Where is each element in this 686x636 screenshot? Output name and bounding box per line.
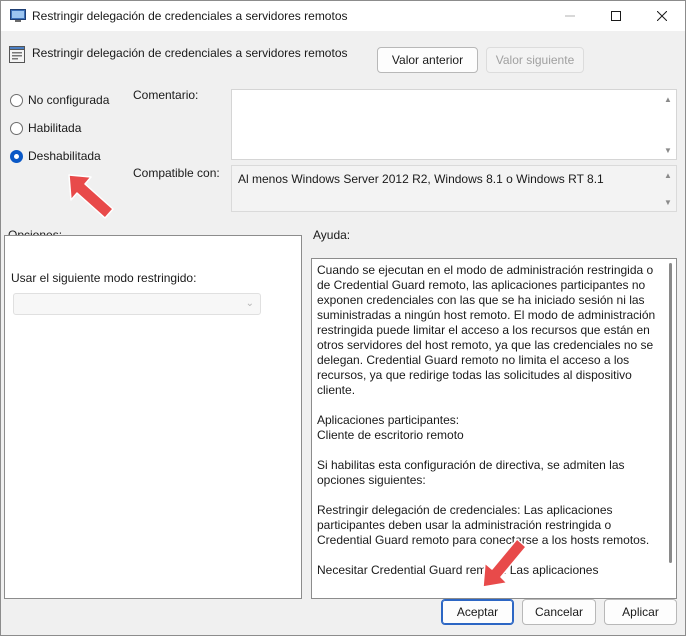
ok-button[interactable]: Aceptar: [441, 599, 514, 625]
annotation-arrow-icon: [68, 174, 114, 219]
help-paragraph: Aplicaciones participantes: Cliente de e…: [317, 413, 464, 442]
radio-disabled-circle[interactable]: [10, 149, 23, 163]
minimize-icon: [565, 15, 575, 17]
scroll-up-arrow-icon[interactable]: ▲: [660, 92, 676, 106]
scroll-up-arrow-icon[interactable]: ▲: [660, 168, 676, 182]
radio-enabled[interactable]: Habilitada: [10, 121, 81, 135]
radio-not-configured-label: No configurada: [28, 93, 110, 107]
comment-label: Comentario:: [133, 88, 199, 102]
compatible-scrollbar[interactable]: ▲ ▼: [660, 166, 676, 211]
restricted-mode-label: Usar el siguiente modo restringido:: [11, 271, 197, 285]
cancel-button[interactable]: Cancelar: [522, 599, 596, 625]
chevron-down-icon: ⌄: [245, 298, 254, 309]
compatible-label: Compatible con:: [133, 166, 220, 180]
title-bar: Restringir delegación de credenciales a …: [1, 1, 685, 31]
minimize-button[interactable]: [547, 1, 593, 31]
restricted-mode-dropdown[interactable]: ⌄: [13, 293, 261, 315]
radio-enabled-circle[interactable]: [10, 121, 23, 135]
close-icon: [657, 11, 667, 21]
apply-button[interactable]: Aplicar: [604, 599, 677, 625]
help-paragraph: Si habilitas esta configuración de direc…: [317, 458, 625, 487]
comment-textarea[interactable]: ▲ ▼: [231, 89, 677, 160]
maximize-icon: [611, 11, 621, 21]
radio-disabled[interactable]: Deshabilitada: [10, 149, 101, 163]
scroll-down-arrow-icon[interactable]: ▼: [660, 195, 676, 209]
help-scrollbar-thumb[interactable]: [669, 263, 672, 563]
previous-setting-button[interactable]: Valor anterior: [377, 47, 478, 73]
radio-not-configured[interactable]: No configurada: [10, 93, 109, 107]
compatible-value: Al menos Windows Server 2012 R2, Windows…: [238, 172, 604, 186]
policy-title: Restringir delegación de credenciales a …: [32, 46, 348, 60]
group-policy-app-icon: [10, 9, 26, 22]
radio-enabled-label: Habilitada: [28, 121, 82, 135]
scroll-down-arrow-icon[interactable]: ▼: [660, 143, 676, 157]
next-setting-button[interactable]: Valor siguiente: [486, 47, 584, 73]
radio-disabled-label: Deshabilitada: [28, 149, 101, 163]
policy-setting-icon: [9, 46, 25, 63]
window-title: Restringir delegación de credenciales a …: [32, 9, 348, 23]
compatible-field: Al menos Windows Server 2012 R2, Windows…: [231, 165, 677, 212]
policy-dialog: Restringir delegación de credenciales a …: [0, 0, 686, 636]
help-paragraph: Cuando se ejecutan en el modo de adminis…: [317, 263, 656, 397]
help-label: Ayuda:: [313, 228, 351, 242]
comment-scrollbar[interactable]: ▲ ▼: [660, 90, 676, 159]
annotation-arrow-icon: [482, 538, 527, 588]
options-panel: Usar el siguiente modo restringido: ⌄: [4, 235, 302, 599]
maximize-button[interactable]: [593, 1, 639, 31]
close-button[interactable]: [639, 1, 685, 31]
radio-not-configured-circle[interactable]: [10, 93, 23, 107]
